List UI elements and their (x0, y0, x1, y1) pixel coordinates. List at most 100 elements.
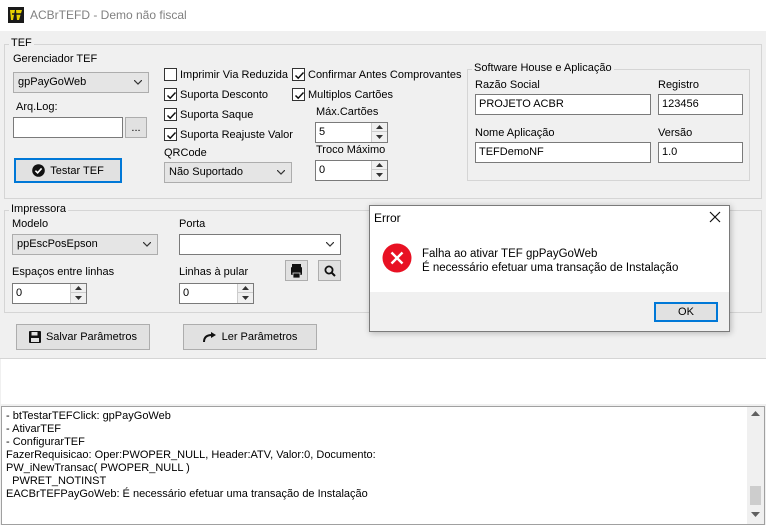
spin-arrows[interactable] (237, 284, 253, 303)
error-dialog: Error Falha ao ativar TEF gpPayGoWeb É n… (369, 205, 730, 332)
porta-label: Porta (179, 218, 206, 230)
arqlog-input[interactable] (13, 117, 123, 138)
testar-tef-button[interactable]: Testar TEF (14, 158, 122, 183)
spin-arrows[interactable] (371, 161, 387, 180)
checkmark-icon (294, 91, 305, 100)
dialog-body: Falha ao ativar TEF gpPayGoWeb É necessá… (370, 230, 729, 292)
ler-parametros-label: Ler Parâmetros (221, 331, 298, 343)
title-bar: ACBrTEFD - Demo não fiscal (0, 0, 766, 31)
checkbox-label: Suporta Desconto (180, 88, 269, 101)
checkmark-icon (294, 71, 305, 80)
scroll-up-icon[interactable] (751, 411, 760, 416)
salvar-parametros-label: Salvar Parâmetros (45, 331, 138, 343)
spin-down-icon[interactable] (372, 170, 387, 179)
checkbox-box (164, 68, 177, 81)
checkbox-label: Imprimir Via Reduzida (180, 68, 289, 81)
window-title: ACBrTEFD - Demo não fiscal (30, 8, 187, 22)
floppy-disk-icon (28, 331, 41, 343)
dialog-footer: OK (370, 292, 729, 331)
log-scrollbar[interactable] (747, 407, 764, 524)
linhas-pular-label: Linhas à pular (179, 266, 249, 278)
spin-up-icon[interactable] (372, 123, 387, 132)
log-memo[interactable]: - btTestarTEFClick: gpPayGoWeb - AtivarT… (1, 406, 765, 525)
chevron-down-icon (143, 242, 151, 247)
log-line: - btTestarTEFClick: gpPayGoWeb (6, 410, 171, 422)
suporta-saque-checkbox[interactable]: Suporta Saque (164, 108, 253, 121)
search-port-button[interactable] (318, 260, 341, 281)
tef-group-title: TEF (9, 37, 34, 49)
spin-up-icon[interactable] (71, 284, 86, 293)
printer-test-button[interactable] (285, 260, 308, 281)
modelo-select[interactable]: ppEscPosEpson (12, 234, 158, 255)
checkmark-icon (166, 131, 177, 140)
chevron-down-icon (277, 170, 285, 175)
error-icon (382, 243, 412, 273)
nome-aplicacao-input[interactable]: TEFDemoNF (475, 142, 651, 163)
dialog-message-line: É necessário efetuar uma transação de In… (422, 262, 679, 274)
linhas-pular-spinner[interactable]: 0 (179, 283, 254, 304)
checkbox-box (292, 68, 305, 81)
versao-input[interactable]: 1.0 (658, 142, 743, 163)
checkbox-box (292, 88, 305, 101)
checkbox-label: Confirmar Antes Comprovantes (308, 68, 462, 81)
gerenciador-value: gpPayGoWeb (18, 76, 87, 88)
max-cartoes-spinner[interactable]: 5 (315, 122, 388, 143)
troco-maximo-spinner[interactable]: 0 (315, 160, 388, 181)
dialog-title: Error (374, 211, 401, 225)
software-house-group-title: Software House e Aplicação (472, 62, 614, 74)
log-line: FazerRequisicao: Oper:PWOPER_NULL, Heade… (6, 449, 376, 461)
scrollbar-thumb[interactable] (750, 486, 761, 505)
log-line: - AtivarTEF (6, 423, 62, 435)
spin-arrows[interactable] (371, 123, 387, 142)
checkmark-icon (166, 91, 177, 100)
razao-social-input[interactable]: PROJETO ACBR (475, 94, 651, 115)
gerenciador-select[interactable]: gpPayGoWeb (13, 72, 149, 93)
browse-log-button[interactable]: ... (125, 117, 147, 138)
impressora-group-title: Impressora (9, 203, 69, 215)
checkbox-box (164, 88, 177, 101)
dialog-message: Falha ao ativar TEF gpPayGoWeb É necessá… (422, 247, 678, 275)
checkmark-icon (166, 111, 177, 120)
chevron-down-icon (326, 242, 334, 247)
spin-arrows[interactable] (70, 284, 86, 303)
spin-up-icon[interactable] (238, 284, 253, 293)
checkbox-label: Suporta Saque (180, 108, 254, 121)
check-circle-icon (32, 164, 46, 177)
gerenciador-label: Gerenciador TEF (13, 53, 98, 65)
multiplos-cartoes-checkbox[interactable]: Multiplos Cartões (292, 88, 393, 101)
espacos-spinner[interactable]: 0 (12, 283, 87, 304)
confirmar-antes-comprovantes-checkbox[interactable]: Confirmar Antes Comprovantes (292, 68, 461, 81)
qrcode-select[interactable]: Não Suportado (164, 162, 292, 183)
ler-parametros-button[interactable]: Ler Parâmetros (183, 324, 317, 350)
salvar-parametros-button[interactable]: Salvar Parâmetros (16, 324, 150, 350)
modelo-label: Modelo (12, 218, 49, 230)
spin-down-icon[interactable] (71, 293, 86, 302)
log-lines: - btTestarTEFClick: gpPayGoWeb - AtivarT… (6, 410, 376, 501)
checkbox-box (164, 108, 177, 121)
close-icon[interactable] (709, 211, 721, 223)
dialog-message-line: Falha ao ativar TEF gpPayGoWeb (422, 248, 598, 260)
troco-maximo-label: Troco Máximo (316, 144, 386, 156)
status-area (1, 359, 766, 404)
imprimir-via-reduzida-checkbox[interactable]: Imprimir Via Reduzida (164, 68, 288, 81)
browse-log-label: ... (131, 121, 141, 134)
nome-aplicacao-value: TEFDemoNF (479, 146, 544, 158)
ok-button[interactable]: OK (654, 302, 718, 322)
log-line: PW_iNewTransac( PWOPER_NULL ) (6, 462, 190, 474)
chevron-down-icon (134, 80, 142, 85)
log-line: - ConfigurarTEF (6, 436, 85, 448)
registro-input[interactable]: 123456 (658, 94, 743, 115)
spin-down-icon[interactable] (238, 293, 253, 302)
versao-label: Versão (658, 127, 693, 139)
razao-social-value: PROJETO ACBR (479, 98, 564, 110)
suporta-reajuste-valor-checkbox[interactable]: Suporta Reajuste Valor (164, 128, 293, 141)
spin-up-icon[interactable] (372, 161, 387, 170)
spin-down-icon[interactable] (372, 132, 387, 141)
app-logo-icon (8, 7, 24, 23)
checkbox-box (164, 128, 177, 141)
log-line: EACBrTEFPayGoWeb: É necessário efetuar u… (6, 488, 368, 500)
log-line: PWRET_NOTINST (6, 475, 107, 487)
suporta-desconto-checkbox[interactable]: Suporta Desconto (164, 88, 268, 101)
porta-select[interactable] (179, 234, 341, 255)
scroll-down-icon[interactable] (751, 512, 760, 517)
